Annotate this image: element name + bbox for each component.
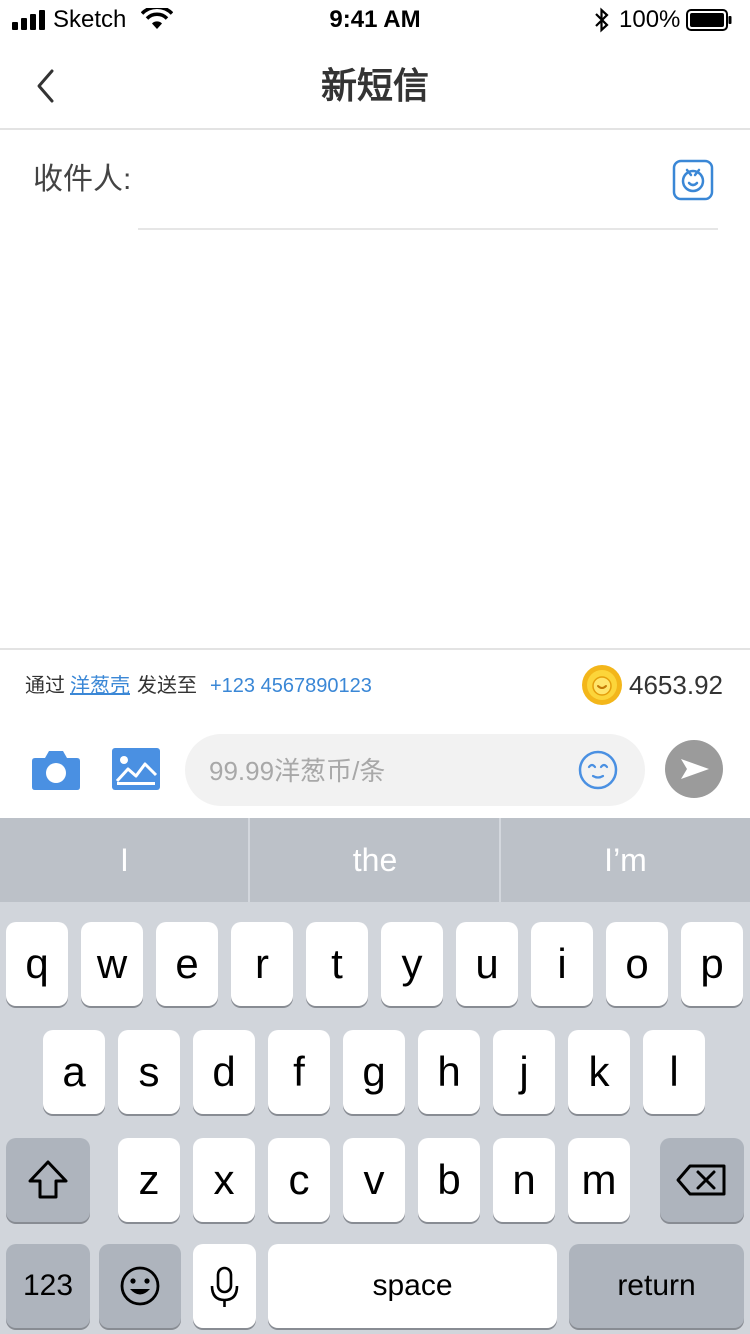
backspace-icon: [676, 1164, 726, 1196]
key-u[interactable]: u: [456, 922, 518, 1006]
page-title: 新短信: [320, 65, 429, 106]
contact-book-icon[interactable]: [672, 159, 714, 201]
key-c[interactable]: c: [268, 1138, 330, 1222]
key-l[interactable]: l: [643, 1030, 705, 1114]
recipient-input[interactable]: [138, 150, 662, 212]
key-v[interactable]: v: [343, 1138, 405, 1222]
key-i[interactable]: i: [531, 922, 593, 1006]
space-key[interactable]: space: [268, 1244, 557, 1328]
send-icon: [681, 759, 709, 779]
key-s[interactable]: s: [118, 1030, 180, 1114]
key-h[interactable]: h: [418, 1030, 480, 1114]
coin-icon: [582, 665, 622, 705]
emoji-icon[interactable]: [578, 750, 618, 790]
key-f[interactable]: f: [268, 1030, 330, 1114]
emoji-key[interactable]: [99, 1244, 181, 1328]
suggestion-1[interactable]: I: [0, 818, 249, 902]
app-link[interactable]: 洋葱壳: [70, 674, 130, 698]
send-to-label: 发送至: [137, 675, 197, 697]
key-o[interactable]: o: [606, 922, 668, 1006]
key-g[interactable]: g: [343, 1030, 405, 1114]
key-k[interactable]: k: [568, 1030, 630, 1114]
shift-icon: [28, 1160, 68, 1199]
microphone-icon: [210, 1266, 239, 1307]
key-a[interactable]: a: [43, 1030, 105, 1114]
bluetooth-icon: [595, 7, 609, 33]
key-r[interactable]: r: [231, 922, 293, 1006]
shift-key[interactable]: [6, 1138, 90, 1222]
key-m[interactable]: m: [568, 1138, 630, 1222]
via-label: 通过: [25, 675, 65, 697]
numbers-key[interactable]: 123: [6, 1244, 90, 1328]
phone-number[interactable]: +123 4567890123: [210, 674, 372, 698]
nav-divider: [0, 128, 750, 130]
camera-icon[interactable]: [31, 746, 81, 792]
recipient-underline: [138, 228, 718, 230]
key-w[interactable]: w: [81, 922, 143, 1006]
key-x[interactable]: x: [193, 1138, 255, 1222]
key-q[interactable]: q: [6, 922, 68, 1006]
info-divider: [0, 648, 750, 650]
key-p[interactable]: p: [681, 922, 743, 1006]
key-d[interactable]: d: [193, 1030, 255, 1114]
suggestion-2[interactable]: the: [250, 818, 500, 902]
message-input[interactable]: [207, 746, 571, 796]
key-z[interactable]: z: [118, 1138, 180, 1222]
recipient-label: 收件人:: [33, 163, 132, 196]
emoji-keyboard-icon: [120, 1266, 160, 1306]
dictation-key[interactable]: [193, 1244, 256, 1328]
key-y[interactable]: y: [381, 922, 443, 1006]
send-button[interactable]: [665, 740, 723, 798]
status-bar: Sketch 9:41 AM 100%: [0, 0, 750, 40]
coin-balance: 4653.92: [629, 670, 723, 700]
key-e[interactable]: e: [156, 922, 218, 1006]
key-b[interactable]: b: [418, 1138, 480, 1222]
battery-percentage: 100%: [619, 6, 681, 33]
key-n[interactable]: n: [493, 1138, 555, 1222]
return-key[interactable]: return: [569, 1244, 744, 1328]
image-icon[interactable]: [111, 747, 161, 791]
suggestion-3[interactable]: I’m: [501, 818, 750, 902]
key-t[interactable]: t: [306, 922, 368, 1006]
key-j[interactable]: j: [493, 1030, 555, 1114]
delete-key[interactable]: [660, 1138, 744, 1222]
battery-icon: [686, 9, 732, 31]
